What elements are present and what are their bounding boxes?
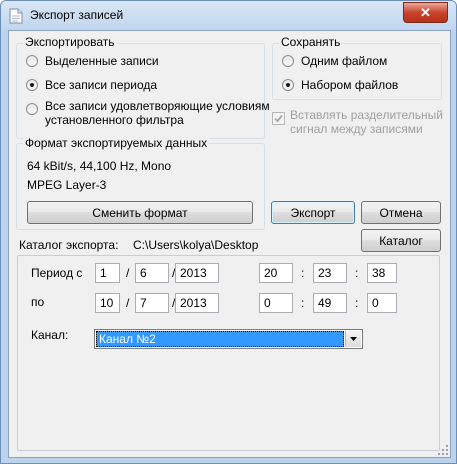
radio-period-records-label[interactable]: Все записи периода [45,78,157,92]
date-separator: / [126,296,130,310]
from-day-field[interactable]: 1 [95,263,120,283]
change-format-button[interactable]: Сменить формат [27,201,253,224]
radio-selected-records-label[interactable]: Выделенные записи [45,54,159,68]
separator-signal-label-line1: Вставлять разделительный [290,108,443,122]
to-minute-field[interactable]: 49 [313,293,347,313]
from-second-field[interactable]: 38 [367,263,397,283]
to-month-field[interactable]: 7 [135,293,169,313]
export-dialog-window: Экспорт записей ✕ Экспортировать Выделен… [0,0,457,464]
catalog-button[interactable]: Каталог [361,229,441,252]
time-separator: : [355,296,359,310]
date-separator: / [126,266,130,280]
radio-single-file[interactable] [282,55,294,67]
from-minute-field[interactable]: 23 [313,263,347,283]
channel-value-text: Канал №2 [99,332,156,346]
channel-select[interactable]: Канал №2 [94,329,363,349]
radio-file-set[interactable] [282,79,294,91]
dropdown-button[interactable] [345,331,361,347]
format-codec-text: MPEG Layer-3 [27,178,107,192]
save-mode-legend: Сохранять [279,35,343,49]
channel-label: Канал: [31,328,69,342]
to-second-field[interactable]: 0 [367,293,397,313]
chevron-down-icon [350,337,357,341]
catalog-label: Каталог экспорта: [19,238,119,252]
from-month-field[interactable]: 6 [135,263,169,283]
to-hour-field[interactable]: 0 [259,293,293,313]
export-button[interactable]: Экспорт [271,201,355,224]
window-title: Экспорт записей [30,8,124,22]
close-button[interactable]: ✕ [403,2,448,23]
channel-selected-value: Канал №2 [96,331,344,347]
format-legend: Формат экспортируемых данных [23,136,210,150]
radio-period-records[interactable] [26,79,38,91]
resize-grip-icon[interactable] [437,444,449,456]
title-bar[interactable]: Экспорт записей ✕ [1,1,456,31]
radio-selected-records[interactable] [26,55,38,67]
separator-signal-label-line2: сигнал между записями [290,122,423,136]
period-to-label: по [31,295,45,309]
radio-filter-records[interactable] [26,103,38,115]
format-bitrate-text: 64 kBit/s, 44,100 Hz, Mono [27,159,172,173]
to-year-field[interactable]: 2013 [175,293,219,313]
separator-signal-checkbox[interactable] [272,112,285,125]
radio-file-set-label[interactable]: Набором файлов [301,78,398,92]
to-day-field[interactable]: 10 [95,293,120,313]
from-hour-field[interactable]: 20 [259,263,293,283]
catalog-path: C:\Users\kolya\Desktop [133,238,259,252]
time-separator: : [355,266,359,280]
dialog-client-area: Экспортировать Выделенные записи Все зап… [8,30,451,458]
checkmark-icon [274,114,283,123]
period-from-label: Период с [31,266,83,280]
cancel-button[interactable]: Отмена [361,201,441,224]
period-panel [17,255,440,451]
time-separator: : [301,296,305,310]
from-year-field[interactable]: 2013 [175,263,219,283]
radio-filter-records-label-line2[interactable]: установленного фильтра [45,113,184,127]
time-separator: : [301,266,305,280]
radio-filter-records-label-line1[interactable]: Все записи удовлетворяющие условиям [45,99,270,113]
radio-single-file-label[interactable]: Одним файлом [301,54,387,68]
document-icon [9,8,23,24]
export-scope-legend: Экспортировать [23,35,117,49]
